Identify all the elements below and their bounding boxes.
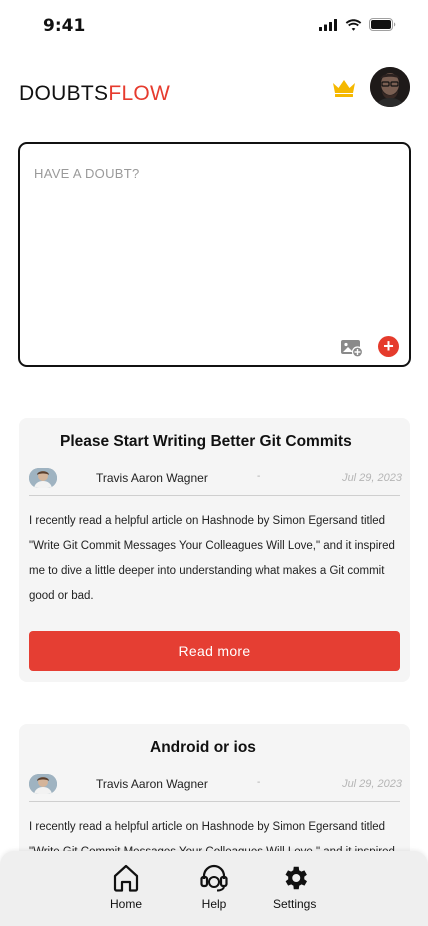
meta-separator: - xyxy=(257,471,261,482)
author-name[interactable]: Travis Aaron Wagner xyxy=(96,471,208,485)
nav-home[interactable]: Home xyxy=(110,863,142,911)
post-date: Jul 29, 2023 xyxy=(342,472,402,484)
nav-settings-label: Settings xyxy=(273,897,317,911)
gear-icon xyxy=(285,866,307,890)
doubt-input-box[interactable]: HAVE A DOUBT? + xyxy=(18,142,411,367)
bottom-nav: Home Help Settings xyxy=(0,851,428,926)
home-icon xyxy=(113,864,139,892)
brand-part2: FLOW xyxy=(108,82,171,105)
status-icons xyxy=(319,18,396,31)
headset-help-icon xyxy=(200,864,228,892)
brand-logo[interactable]: DOUBTSFLOW xyxy=(19,82,170,106)
nav-settings[interactable]: Settings xyxy=(273,863,316,911)
nav-help-label: Help xyxy=(201,897,227,911)
author-avatar[interactable] xyxy=(29,468,57,488)
brand-part1: DOUBTS xyxy=(19,82,109,105)
post-title[interactable]: Please Start Writing Better Git Commits xyxy=(60,433,352,451)
post-date: Jul 29, 2023 xyxy=(342,778,402,790)
divider xyxy=(29,801,400,802)
premium-crown-icon[interactable] xyxy=(331,78,357,103)
nav-help[interactable]: Help xyxy=(199,863,229,911)
status-time: 9:41 xyxy=(43,16,86,36)
meta-separator: - xyxy=(257,777,261,788)
wifi-icon xyxy=(345,18,362,31)
add-image-icon[interactable] xyxy=(340,337,364,363)
cellular-signal-icon xyxy=(319,18,337,31)
author-avatar[interactable] xyxy=(29,774,57,794)
add-doubt-button[interactable]: + xyxy=(378,336,399,357)
author-name[interactable]: Travis Aaron Wagner xyxy=(96,777,208,791)
divider xyxy=(29,495,400,496)
status-bar: 9:41 xyxy=(0,0,428,50)
read-more-button[interactable]: Read more xyxy=(29,631,400,671)
post-card[interactable]: Please Start Writing Better Git Commits … xyxy=(19,418,410,682)
battery-icon xyxy=(369,18,396,31)
post-body: I recently read a helpful article on Has… xyxy=(29,515,395,602)
post-title[interactable]: Android or ios xyxy=(150,739,256,757)
nav-home-label: Home xyxy=(110,897,143,911)
user-avatar[interactable] xyxy=(370,67,410,107)
doubt-input-placeholder[interactable]: HAVE A DOUBT? xyxy=(34,166,140,181)
